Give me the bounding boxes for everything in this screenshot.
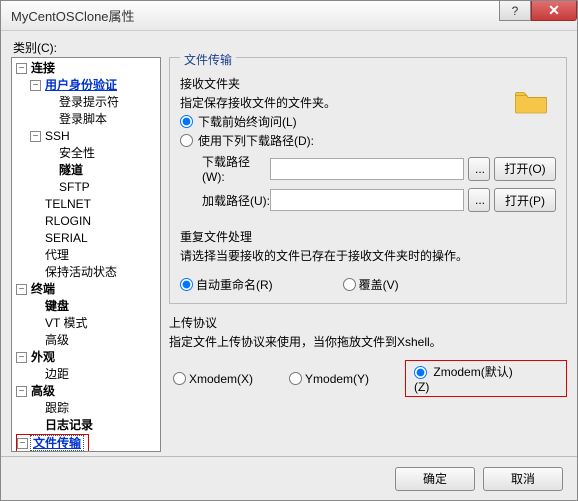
help-button[interactable]: ? — [499, 1, 531, 21]
open-load-button[interactable]: 打开(P) — [494, 188, 556, 212]
ok-button[interactable]: 确定 — [395, 467, 475, 491]
radio-overwrite[interactable] — [343, 278, 356, 291]
tree-telnet[interactable]: TELNET — [30, 196, 160, 213]
upload-title: 上传协议 — [169, 314, 567, 331]
tree-ssh[interactable]: −SSH 安全性 隧道 SFTP — [30, 128, 160, 196]
tree-appearance[interactable]: −外观 边距 — [16, 349, 160, 383]
tree-advanced1[interactable]: 高级 — [30, 332, 160, 349]
radio-auto-rename-label[interactable]: 自动重命名(R) — [196, 276, 273, 293]
tree-log[interactable]: 日志记录 — [30, 417, 160, 434]
radio-auto-rename[interactable] — [180, 278, 193, 291]
tree-margin[interactable]: 边距 — [30, 366, 160, 383]
upload-desc: 指定文件上传协议来使用，当你拖放文件到Xshell。 — [169, 333, 567, 350]
settings-panel: 文件传输 接收文件夹 指定保存接收文件的文件夹。 下载前始终询问(L) 使用下列… — [169, 57, 567, 452]
radio-overwrite-label[interactable]: 覆盖(V) — [359, 276, 399, 293]
download-path-input[interactable] — [270, 158, 464, 180]
tree-connection[interactable]: −连接 −用户身份验证 登录提示符 登录脚本 −SSH 安全性 — [16, 60, 160, 281]
category-label: 类别(C): — [13, 39, 569, 56]
close-button[interactable]: ✕ — [531, 1, 577, 21]
tree-vtmode[interactable]: VT 模式 — [30, 315, 160, 332]
tree-file-transfer[interactable]: −文件传输 — [16, 434, 89, 452]
radio-xmodem-label[interactable]: Xmodem(X) — [189, 372, 253, 386]
radio-use-path[interactable] — [180, 134, 193, 147]
tree-proxy[interactable]: 代理 — [30, 247, 160, 264]
open-download-button[interactable]: 打开(O) — [494, 157, 556, 181]
zmodem-highlight: Zmodem(默认)(Z) — [405, 360, 567, 397]
tree-security[interactable]: 安全性 — [44, 145, 160, 162]
radio-use-path-label[interactable]: 使用下列下载路径(D): — [198, 132, 314, 149]
recv-folder-desc: 指定保存接收文件的文件夹。 — [180, 94, 556, 111]
group-title: 文件传输 — [180, 51, 236, 68]
tree-rlogin[interactable]: RLOGIN — [30, 213, 160, 230]
radio-zmodem-label[interactable]: Zmodem(默认)(Z) — [414, 365, 513, 394]
upload-protocol-section: 上传协议 指定文件上传协议来使用，当你拖放文件到Xshell。 Xmodem(X… — [169, 314, 567, 397]
cancel-button[interactable]: 取消 — [483, 467, 563, 491]
tree-advanced2[interactable]: −高级 跟踪 日志记录 — [16, 383, 160, 434]
dup-desc: 请选择当要接收的文件已存在于接收文件夹时的操作。 — [180, 247, 556, 264]
category-tree[interactable]: −连接 −用户身份验证 登录提示符 登录脚本 −SSH 安全性 — [11, 57, 161, 452]
radio-always-ask-label[interactable]: 下载前始终询问(L) — [198, 113, 297, 130]
window-title: MyCentOSClone属性 — [11, 6, 135, 25]
radio-always-ask[interactable] — [180, 115, 193, 128]
tree-login-prompt[interactable]: 登录提示符 — [44, 94, 160, 111]
load-path-input[interactable] — [270, 189, 464, 211]
browse-download-button[interactable]: ... — [468, 157, 490, 181]
tree-keepalive[interactable]: 保持活动状态 — [30, 264, 160, 281]
tree-serial[interactable]: SERIAL — [30, 230, 160, 247]
browse-load-button[interactable]: ... — [468, 188, 490, 212]
tree-trace[interactable]: 跟踪 — [30, 400, 160, 417]
folder-icon — [514, 88, 548, 114]
tree-tunnel[interactable]: 隧道 — [44, 162, 160, 179]
radio-zmodem[interactable] — [414, 366, 427, 379]
dialog-footer: 确定 取消 — [1, 456, 577, 500]
titlebar: MyCentOSClone属性 ? ✕ — [1, 1, 577, 31]
tree-keyboard[interactable]: 键盘 — [30, 298, 160, 315]
tree-terminal[interactable]: −终端 键盘 VT 模式 高级 — [16, 281, 160, 349]
tree-login-script[interactable]: 登录脚本 — [44, 111, 160, 128]
radio-ymodem-label[interactable]: Ymodem(Y) — [305, 372, 369, 386]
properties-dialog: MyCentOSClone属性 ? ✕ 类别(C): −连接 −用户身份验证 登… — [0, 0, 578, 501]
download-path-label: 下载路径(W): — [180, 153, 270, 184]
recv-folder-label: 接收文件夹 — [180, 75, 556, 92]
file-transfer-group: 文件传输 接收文件夹 指定保存接收文件的文件夹。 下载前始终询问(L) 使用下列… — [169, 57, 567, 304]
load-path-label: 加载路径(U): — [180, 192, 270, 209]
tree-user-auth[interactable]: −用户身份验证 登录提示符 登录脚本 — [30, 77, 160, 128]
tree-sftp[interactable]: SFTP — [44, 179, 160, 196]
dup-title: 重复文件处理 — [180, 228, 556, 245]
radio-ymodem[interactable] — [289, 372, 302, 385]
radio-xmodem[interactable] — [173, 372, 186, 385]
